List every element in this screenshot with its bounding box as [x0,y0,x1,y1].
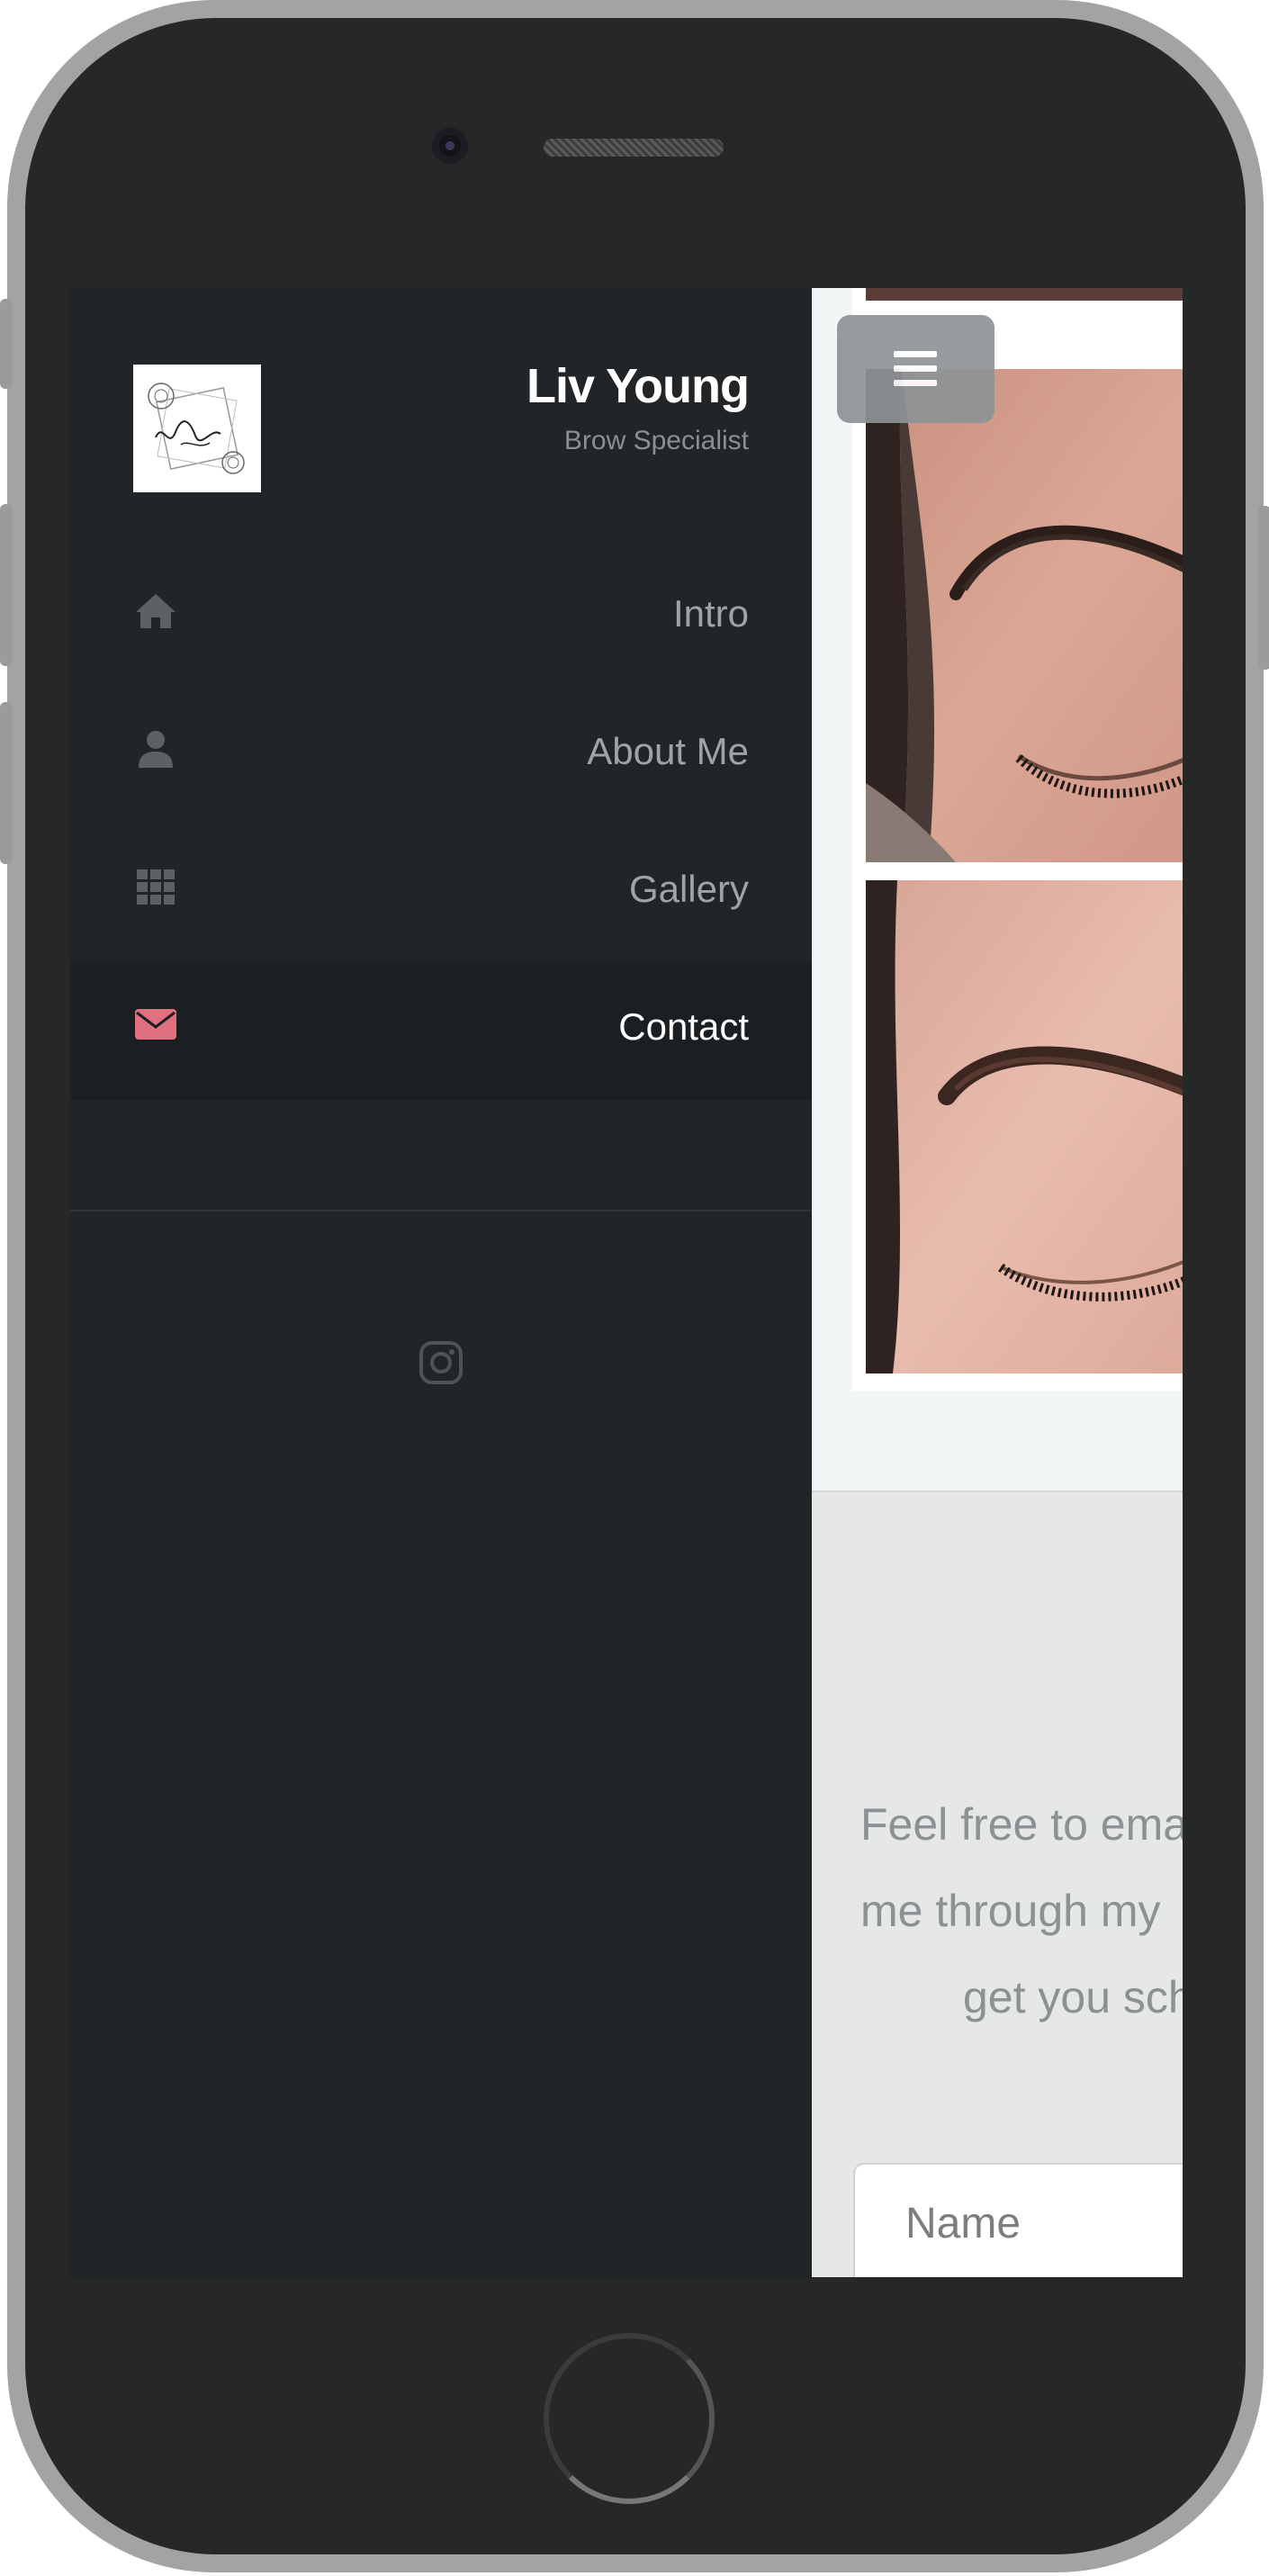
name-placeholder: Name [905,2200,1022,2247]
nav-item-intro[interactable]: Intro [70,549,812,687]
home-button[interactable] [544,2333,715,2504]
nav-label-contact: Contact [618,1005,749,1048]
hamburger-icon-bar-3 [894,380,937,386]
nav-item-contact[interactable]: Contact [70,962,812,1100]
envelope-icon [135,1009,176,1040]
gallery-photo-brow-2[interactable] [866,880,1183,1374]
earpiece-speaker [544,139,724,157]
gallery-photo-top-edge [866,288,1183,301]
nav-label-intro: Intro [672,592,749,635]
volume-down-button [0,702,13,864]
grid-icon [137,869,175,905]
contact-section: Feel free to ema me through my get you s… [812,1491,1183,2277]
hamburger-icon [894,351,937,357]
name-input[interactable]: Name [853,2163,1183,2277]
mute-switch [0,299,13,389]
contact-text-line-2: me through my [860,1886,1161,1936]
brow-photo-1 [866,369,1183,862]
sidebar-divider [70,1210,812,1211]
site-logo[interactable] [133,365,261,492]
logo-mark [148,383,245,474]
instagram-icon[interactable] [418,1339,464,1386]
nav-label-about-me: About Me [587,730,749,772]
sidebar-nav: Intro About Me Gallery Contact [70,549,812,1100]
sidebar: Liv Young Brow Specialist Intro About Me [70,288,812,2277]
site-name[interactable]: Liv Young [526,358,750,414]
gallery-card [852,288,1183,1391]
home-icon [136,594,176,628]
gallery-photo-brow-1[interactable] [866,369,1183,862]
contact-text-line-3: get you sch [963,1972,1183,2022]
main-content: Feel free to ema me through my get you s… [812,288,1183,2277]
user-icon [139,731,173,768]
brow-photo-2 [866,880,1183,1374]
screen: Liv Young Brow Specialist Intro About Me [70,288,1183,2277]
nav-label-gallery: Gallery [628,868,749,910]
menu-toggle-button[interactable] [837,315,994,423]
contact-text-line-1: Feel free to ema [860,1799,1183,1850]
volume-up-button [0,504,13,666]
power-button [1258,506,1269,670]
nav-item-gallery[interactable]: Gallery [70,824,812,962]
site-tagline: Brow Specialist [563,426,749,455]
nav-item-about-me[interactable]: About Me [70,687,812,824]
hamburger-icon-bar-2 [894,365,937,372]
front-camera [432,128,468,164]
